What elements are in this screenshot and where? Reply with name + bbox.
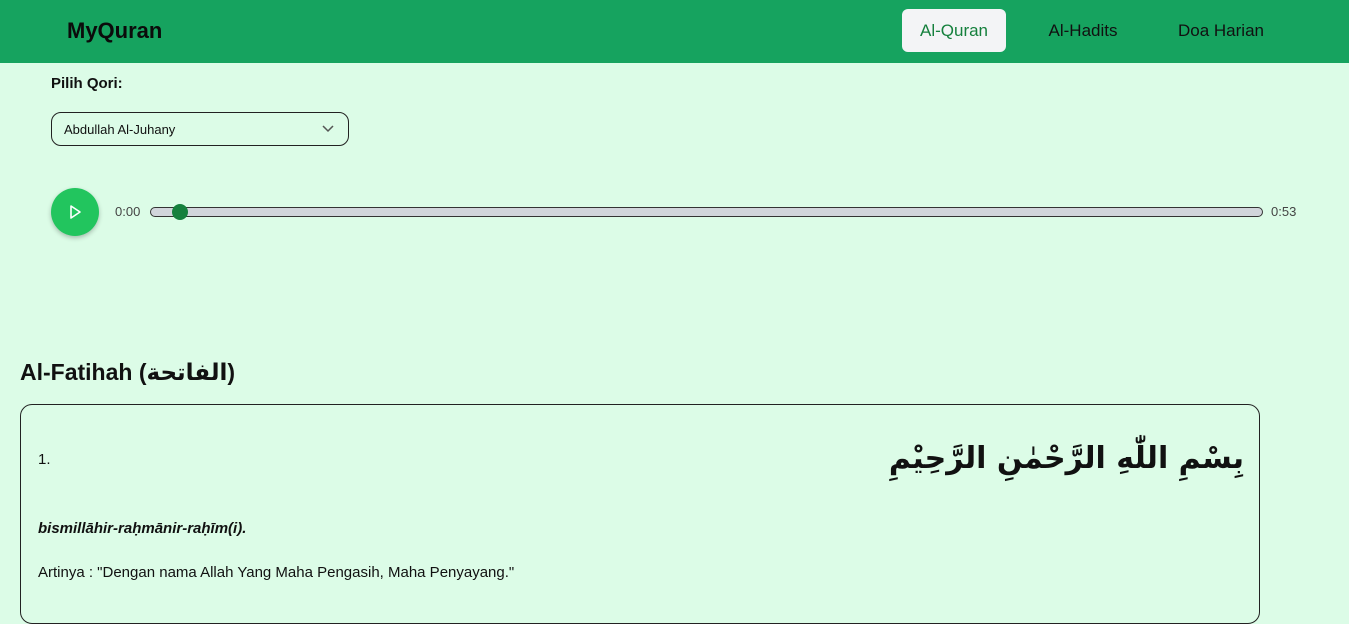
seek-thumb[interactable] xyxy=(172,204,189,220)
navbar: MyQuran Al-Quran Al-Hadits Doa Harian xyxy=(0,0,1349,63)
qori-label: Pilih Qori: xyxy=(51,75,123,92)
qori-select[interactable]: Abdullah Al-Juhany xyxy=(51,112,349,146)
qori-selected-value: Abdullah Al-Juhany xyxy=(64,122,176,137)
nav-item-al-hadits[interactable]: Al-Hadits xyxy=(1032,9,1134,52)
surah-title: Al-Fatihah (الفاتحة) xyxy=(20,359,236,385)
play-button[interactable] xyxy=(51,188,99,236)
ayah-meaning-text: Artinya : "Dengan nama Allah Yang Maha P… xyxy=(38,564,515,581)
nav-item-al-quran[interactable]: Al-Quran xyxy=(902,9,1006,52)
nav-item-doa-harian[interactable]: Doa Harian xyxy=(1164,9,1278,52)
ayah-number: 1. xyxy=(38,451,51,468)
current-time: 0:00 xyxy=(115,204,141,219)
duration-time: 0:53 xyxy=(1271,204,1297,219)
ayah-card: 1. بِسْمِ اللّٰهِ الرَّحْمٰنِ الرَّحِيْم… xyxy=(20,404,1260,624)
seek-bar[interactable] xyxy=(150,207,1263,217)
brand-logo[interactable]: MyQuran xyxy=(67,17,162,45)
play-icon xyxy=(70,205,81,219)
ayah-latin-text: bismillāhir-raḥmānir-raḥīm(i). xyxy=(38,520,247,537)
ayah-arabic-text: بِسْمِ اللّٰهِ الرَّحْمٰنِ الرَّحِيْمِ xyxy=(888,441,1244,476)
chevron-down-icon xyxy=(322,125,334,133)
